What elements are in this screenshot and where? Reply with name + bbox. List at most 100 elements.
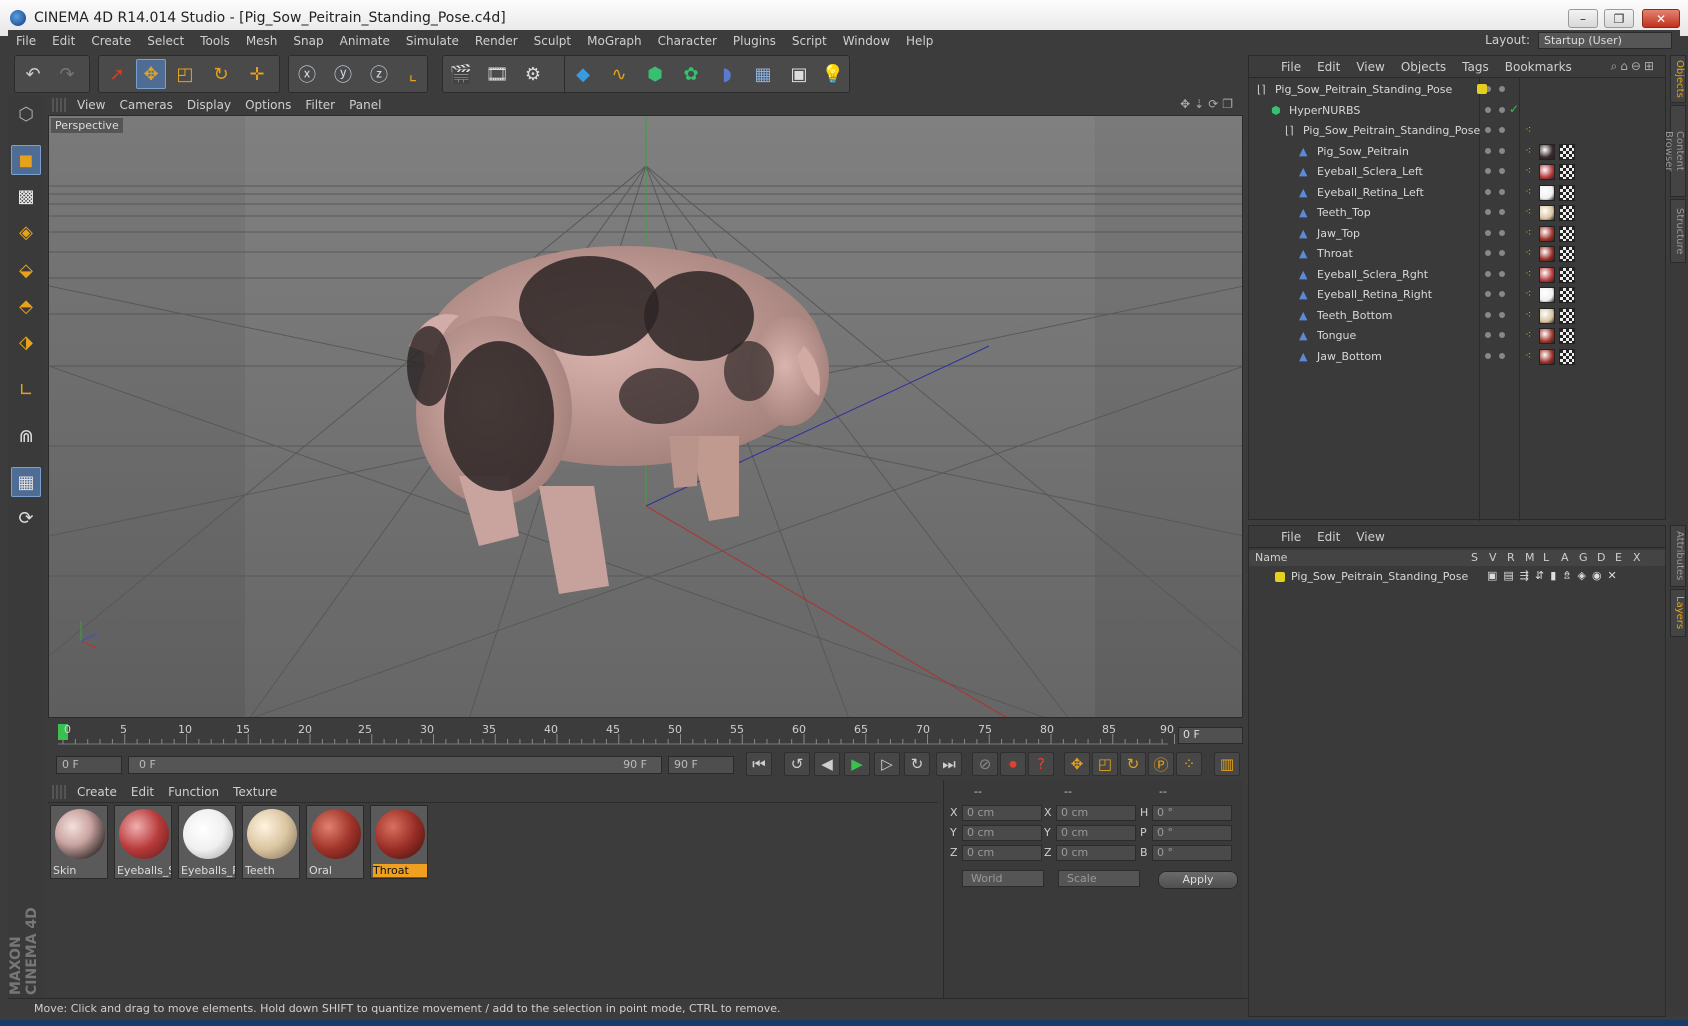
render-visibility-dot[interactable] <box>1499 291 1505 297</box>
object-row[interactable]: ▲ Eyeball_Sclera_Left ⁖ <box>1249 162 1665 182</box>
layers-menu-view[interactable]: View <box>1348 530 1392 544</box>
nurbs-icon[interactable]: ⬢ <box>640 59 670 89</box>
phong-tag-icon[interactable]: ⁖ <box>1525 205 1531 218</box>
layers-menu-file[interactable]: File <box>1273 530 1309 544</box>
editor-visibility-dot[interactable] <box>1485 291 1491 297</box>
preview-range-slider[interactable]: 0 F 90 F <box>128 756 662 774</box>
object-row[interactable]: ▲ Pig_Sow_Peitrain ⁖ <box>1249 142 1665 162</box>
texture-tag-icon[interactable] <box>1539 184 1555 201</box>
goto-start-icon[interactable]: ⏮ <box>746 752 772 776</box>
render-visibility-dot[interactable] <box>1499 209 1505 215</box>
editor-visibility-dot[interactable] <box>1485 127 1491 133</box>
close-button[interactable]: ✕ <box>1642 9 1680 28</box>
layer-col-x[interactable]: X <box>1633 551 1641 564</box>
key-position-icon[interactable]: ✥ <box>1064 752 1090 776</box>
viewport-menu-display[interactable]: Display <box>180 98 238 112</box>
layers-menu-edit[interactable]: Edit <box>1309 530 1348 544</box>
object-row[interactable]: ⌊⌉ Pig_Sow_Peitrain_Standing_Pose ⁖ <box>1249 121 1665 141</box>
objects-menu-tags[interactable]: Tags <box>1454 60 1497 74</box>
key-rotation-icon[interactable]: ↻ <box>1120 752 1146 776</box>
texture-tag-icon[interactable] <box>1539 328 1555 344</box>
workplane-mode-icon[interactable]: ◈ <box>11 217 41 247</box>
light-icon[interactable]: 💡 <box>818 59 848 89</box>
editor-visibility-dot[interactable] <box>1485 168 1491 174</box>
coordinate-system-icon[interactable]: ⌞ <box>398 59 428 89</box>
render-view-icon[interactable]: 🎬 <box>446 59 476 89</box>
timeline-icon[interactable]: ▥ <box>1214 752 1240 776</box>
uvw-tag-icon[interactable] <box>1559 246 1575 262</box>
rotate-tool-icon[interactable]: ↻ <box>206 59 236 89</box>
timeline-ruler[interactable]: 0 5 10 15 20 25 30 35 40 45 50 55 60 65 … <box>48 720 1243 748</box>
texture-tag-icon[interactable] <box>1539 205 1555 221</box>
editor-visibility-dot[interactable] <box>1485 188 1491 195</box>
editor-visibility-dot[interactable] <box>1485 352 1491 359</box>
phong-tag-icon[interactable]: ⁖ <box>1525 328 1531 341</box>
record-disabled-icon[interactable]: ⊘ <box>972 752 998 776</box>
deformer-icon[interactable]: ◗ <box>712 59 742 89</box>
uvw-tag-icon[interactable] <box>1559 205 1575 221</box>
layer-col-e[interactable]: E <box>1615 551 1622 564</box>
layer-toggle-icons[interactable]: ▣▤⇶⇵▮⇯◈◉✕ <box>1487 569 1623 582</box>
rotation-b-field[interactable]: 0 ° <box>1152 845 1232 861</box>
material-menu-texture[interactable]: Texture <box>226 785 284 799</box>
menu-create[interactable]: Create <box>83 34 139 48</box>
render-visibility-dot[interactable] <box>1499 147 1505 154</box>
make-editable-icon[interactable]: ⬡ <box>11 99 41 129</box>
layer-row[interactable]: Pig_Sow_Peitrain_Standing_Pose ▣▤⇶⇵▮⇯◈◉✕ <box>1249 568 1665 586</box>
tab-content-browser[interactable]: Content Browser <box>1663 105 1686 197</box>
render-settings-icon[interactable]: ⚙ <box>518 59 548 89</box>
menu-animate[interactable]: Animate <box>332 34 398 48</box>
uvw-tag-icon[interactable] <box>1559 287 1575 303</box>
floor-icon[interactable]: ▦ <box>748 59 778 89</box>
object-row[interactable]: ⌊⌉ Pig_Sow_Peitrain_Standing_Pose <box>1249 80 1665 100</box>
viewport-menu-filter[interactable]: Filter <box>298 98 342 112</box>
menu-simulate[interactable]: Simulate <box>398 34 467 48</box>
previous-key-icon[interactable]: ↺ <box>784 752 810 776</box>
points-mode-icon[interactable]: ⬙ <box>11 255 41 285</box>
editor-visibility-dot[interactable] <box>1485 250 1491 256</box>
menu-sculpt[interactable]: Sculpt <box>526 34 579 48</box>
enabled-check-icon[interactable]: ✓ <box>1509 102 1519 116</box>
render-visibility-dot[interactable] <box>1499 106 1505 113</box>
render-visibility-dot[interactable] <box>1499 311 1505 318</box>
uvw-tag-icon[interactable] <box>1559 266 1575 283</box>
array-icon[interactable]: ✿ <box>676 59 706 89</box>
tab-structure[interactable]: Structure <box>1670 199 1686 263</box>
phong-tag-icon[interactable]: ⁖ <box>1525 267 1531 280</box>
next-frame-icon[interactable]: ▷ <box>874 752 900 776</box>
render-visibility-dot[interactable] <box>1499 168 1505 174</box>
spline-icon[interactable]: ∿ <box>604 59 634 89</box>
render-visibility-dot[interactable] <box>1499 270 1505 277</box>
object-row[interactable]: ▲ Jaw_Bottom ⁖ <box>1249 347 1665 367</box>
material-swatch[interactable]: Teeth <box>242 805 300 879</box>
menu-file[interactable]: File <box>8 34 44 48</box>
texture-tag-icon[interactable] <box>1539 348 1555 365</box>
next-key-icon[interactable]: ↻ <box>904 752 930 776</box>
texture-tag-icon[interactable] <box>1539 246 1555 262</box>
menu-script[interactable]: Script <box>784 34 835 48</box>
layer-col-l[interactable]: L <box>1543 551 1549 564</box>
menu-help[interactable]: Help <box>898 34 941 48</box>
tab-attributes[interactable]: Attributes <box>1670 525 1686 587</box>
object-row[interactable]: ▲ Teeth_Top ⁖ <box>1249 203 1665 223</box>
uvw-tag-icon[interactable] <box>1559 225 1575 242</box>
menu-character[interactable]: Character <box>650 34 725 48</box>
start-frame-field[interactable]: 0 F <box>56 756 122 774</box>
objects-menu-view[interactable]: View <box>1348 60 1392 74</box>
object-row[interactable]: ▲ Eyeball_Retina_Left ⁖ <box>1249 183 1665 203</box>
current-frame-field[interactable]: 0 F <box>1178 727 1243 744</box>
play-icon[interactable]: ▶ <box>844 752 870 776</box>
menu-snap[interactable]: Snap <box>285 34 331 48</box>
material-swatch[interactable]: Eyeballs_Sc <box>114 805 172 879</box>
position-z-field[interactable]: 0 cm <box>962 845 1042 861</box>
rotation-p-field[interactable]: 0 ° <box>1152 825 1232 841</box>
magnet-icon[interactable]: ⋒ <box>11 421 41 451</box>
menu-window[interactable]: Window <box>835 34 898 48</box>
render-visibility-dot[interactable] <box>1499 332 1505 338</box>
phong-tag-icon[interactable]: ⁖ <box>1525 123 1531 136</box>
layer-col-m[interactable]: M <box>1525 551 1535 564</box>
layer-col-a[interactable]: A <box>1561 551 1569 564</box>
texture-tag-icon[interactable] <box>1539 287 1555 303</box>
last-tool-icon[interactable]: ✛ <box>242 59 272 89</box>
cube-primitive-icon[interactable]: ◆ <box>568 59 598 89</box>
